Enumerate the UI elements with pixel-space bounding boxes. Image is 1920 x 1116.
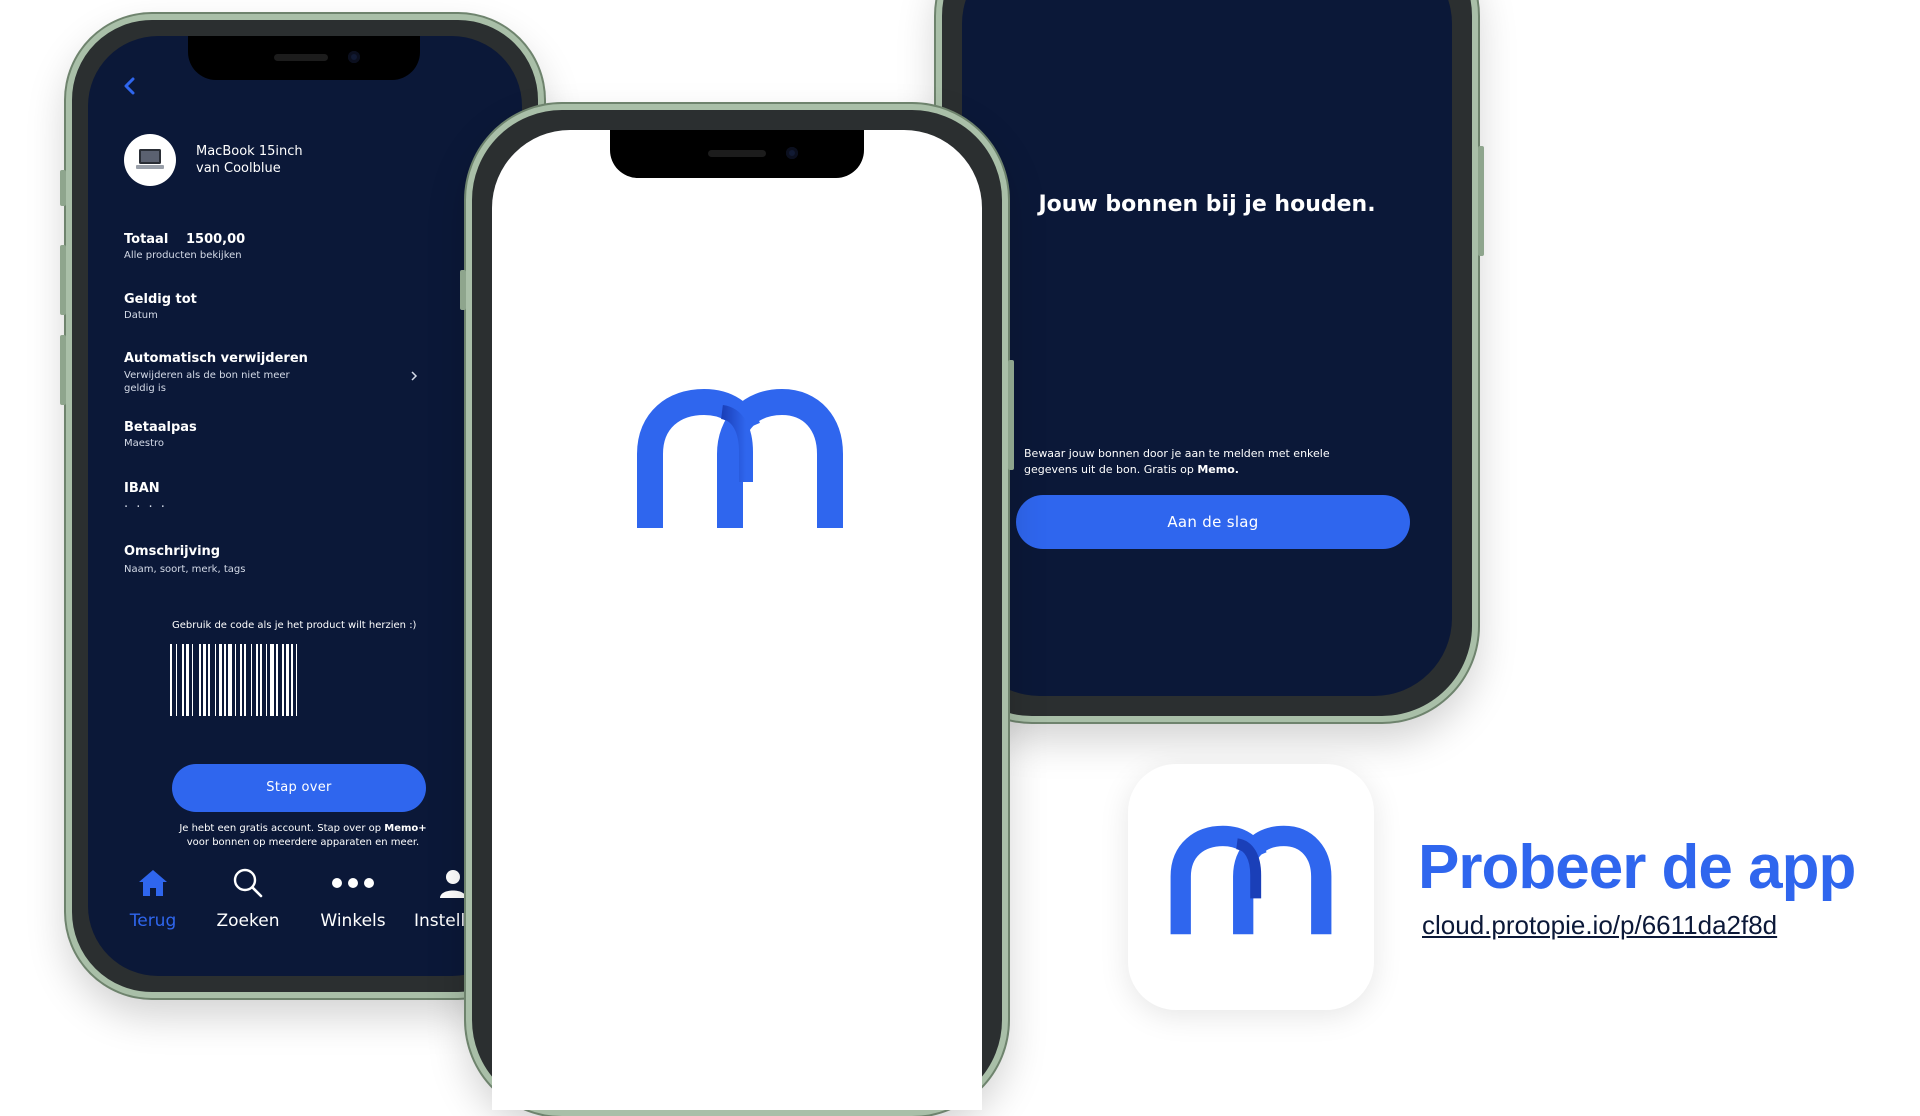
onboarding-screen: Jouw bonnen bij je houden. Bewaar jouw b… — [962, 0, 1452, 696]
barcode-bar — [186, 644, 189, 716]
barcode-bar — [224, 644, 226, 716]
nav-item-back[interactable]: Terug — [118, 866, 188, 931]
barcode-caption: Gebruik de code als je het product wilt … — [172, 620, 417, 631]
get-started-button[interactable]: Aan de slag — [1016, 495, 1410, 549]
chevron-right-icon[interactable] — [410, 371, 418, 381]
product-name-line1: MacBook 15inch — [196, 144, 303, 159]
barcode-bar — [182, 644, 184, 716]
mute-switch — [60, 170, 66, 206]
switch-note-brand: Memo+ — [384, 823, 427, 834]
onboarding-headline: Jouw bonnen bij je houden. — [1038, 192, 1376, 217]
view-all-products-link[interactable]: Alle producten bekijken — [124, 250, 242, 261]
speaker — [708, 150, 766, 157]
barcode-bar — [240, 644, 242, 716]
description-value[interactable]: Naam, soort, merk, tags — [124, 564, 245, 575]
barcode-bar — [291, 644, 293, 716]
more-dots-icon — [332, 878, 374, 888]
details-screen: MacBook 15inch van Coolblue Totaal 1500,… — [88, 36, 522, 976]
nav-label-search: Zoeken — [216, 911, 280, 931]
iban-value[interactable]: · · · · — [124, 500, 167, 515]
volume-up-button — [60, 245, 66, 315]
total-label: Totaal — [124, 232, 169, 247]
barcode-bar — [203, 644, 206, 716]
auto-delete-desc-2: geldig is — [124, 383, 166, 394]
memo-logo-icon — [637, 388, 843, 528]
barcode-bar — [296, 644, 297, 716]
barcode-bar — [256, 644, 258, 716]
product-name-line2: van Coolblue — [196, 161, 281, 176]
payment-card-label: Betaalpas — [124, 420, 197, 435]
barcode-bar — [260, 644, 262, 716]
iban-label: IBAN — [124, 481, 160, 496]
barcode-bar — [244, 644, 246, 716]
payment-card-value[interactable]: Maestro — [124, 438, 164, 449]
front-camera — [348, 51, 360, 63]
valid-until-value[interactable]: Datum — [124, 310, 158, 321]
onboarding-body-line1: Bewaar jouw bonnen door je aan te melden… — [1024, 447, 1330, 460]
promo-title: Probeer de app — [1418, 833, 1856, 902]
nav-label-back: Terug — [129, 911, 177, 931]
switch-note-part1: Je hebt een gratis account. Stap over op — [179, 823, 382, 834]
speaker — [274, 54, 328, 61]
barcode-bar — [270, 644, 274, 716]
nav-item-search[interactable]: Zoeken — [206, 866, 290, 931]
description-label: Omschrijving — [124, 544, 221, 559]
nav-label-stores: Winkels — [320, 911, 386, 931]
phone-mockup-splash — [460, 104, 1014, 1116]
nav-item-stores[interactable]: Winkels — [304, 866, 402, 931]
product-avatar — [124, 134, 176, 186]
barcode-bar — [192, 644, 193, 716]
switch-note: Je hebt een gratis account. Stap over op… — [158, 822, 448, 850]
notch — [610, 130, 864, 178]
onboarding-body: Bewaar jouw bonnen door je aan te melden… — [1024, 446, 1404, 478]
barcode-bar — [176, 644, 177, 716]
barcode-bar — [215, 644, 216, 716]
valid-until-label: Geldig tot — [124, 292, 197, 307]
phone-mockup-onboarding: Jouw bonnen bij je houden. Bewaar jouw b… — [936, 0, 1484, 722]
barcode-bar — [170, 644, 172, 716]
notch — [188, 36, 420, 80]
barcode-bar — [235, 644, 236, 716]
barcode-bar — [228, 644, 232, 716]
splash-screen — [492, 130, 982, 1110]
laptop-icon — [136, 149, 164, 169]
auto-delete-desc-1: Verwijderen als de bon niet meer — [124, 370, 290, 381]
user-icon — [440, 870, 466, 898]
app-icon-tile — [1128, 764, 1374, 1010]
search-icon — [233, 868, 263, 898]
auto-delete-label[interactable]: Automatisch verwijderen — [124, 351, 308, 366]
power-button — [1008, 360, 1014, 470]
onboarding-body-brand: Memo. — [1197, 463, 1239, 476]
barcode — [170, 644, 428, 716]
barcode-bar — [276, 644, 278, 716]
barcode-bar — [282, 644, 284, 716]
barcode-bar — [251, 644, 252, 716]
home-icon — [139, 870, 167, 896]
prototype-link[interactable]: cloud.protopie.io/p/6611da2f8d — [1422, 910, 1777, 941]
volume-down-button — [60, 335, 66, 405]
barcode-bar — [199, 644, 201, 716]
barcode-bar — [219, 644, 222, 716]
mute-switch — [460, 270, 466, 310]
front-camera — [786, 147, 798, 159]
switch-over-button[interactable]: Stap over — [172, 764, 426, 812]
power-button — [1478, 146, 1484, 256]
memo-app-icon — [1170, 825, 1332, 935]
total-value: 1500,00 — [186, 232, 246, 247]
switch-note-part2: voor bonnen op meerdere apparaten en mee… — [186, 837, 420, 848]
barcode-bar — [208, 644, 210, 716]
barcode-bar — [286, 644, 289, 716]
barcode-bar — [266, 644, 267, 716]
back-chevron-icon[interactable] — [122, 76, 138, 96]
onboarding-body-line2: gegevens uit de bon. Gratis op — [1024, 463, 1194, 476]
